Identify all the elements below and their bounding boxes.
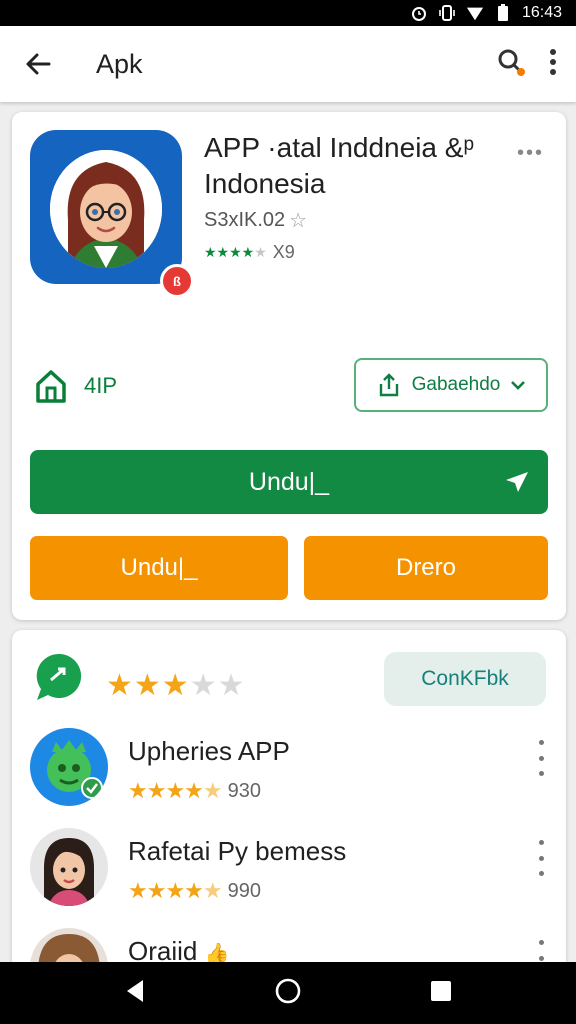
nav-back-icon <box>127 979 144 1002</box>
app-bar: Apk <box>0 26 576 102</box>
download-label: Undu|_ <box>120 554 198 581</box>
clock-time: 16:43 <box>521 4 562 21</box>
list-item-rating: ★★★★★ 990 <box>128 878 261 904</box>
contact-label: ConKFbk <box>421 667 509 690</box>
wifi-icon <box>466 4 484 22</box>
app-detail-card: ß APP ·atal Inddneia &ᵖ Indonesia ••• S3… <box>12 112 566 620</box>
reviews-card: ★★★★★ ConKFbk Upheries APP ★★★★★ 930 Raf… <box>12 630 566 970</box>
list-item-name: Upheries APP <box>128 736 290 766</box>
rating-stars: ★★★★★ <box>128 778 223 803</box>
app-title: APP ·atal Inddneia &ᵖ Indonesia <box>204 132 475 199</box>
nav-home-icon <box>275 978 301 1003</box>
rating-count: 990 <box>227 879 261 902</box>
search-button[interactable] <box>496 47 526 82</box>
system-nav-bar <box>0 962 576 1024</box>
nav-recents-button[interactable] <box>429 979 453 1008</box>
overflow-menu-button[interactable] <box>548 48 558 81</box>
app-icon-badge: ß <box>160 264 194 298</box>
nav-back-button[interactable] <box>123 978 147 1009</box>
open-button[interactable]: Drero <box>304 536 548 600</box>
rating-stars: ★★★★★ <box>204 244 267 260</box>
list-item[interactable]: Rafetai Py bemess ★★★★★ 990 <box>12 828 566 928</box>
app-size: 4IP <box>34 368 117 404</box>
avatar <box>30 828 108 906</box>
app-icon-portrait <box>50 150 162 268</box>
share-icon <box>379 373 398 397</box>
battery-icon <box>494 4 512 22</box>
back-arrow-icon <box>26 53 51 75</box>
download-button[interactable]: Undu|_ <box>30 536 288 600</box>
share-label: Gabaehdo <box>411 374 501 395</box>
status-bar: 16:43 <box>0 0 576 26</box>
rating-count: X9 <box>272 242 295 262</box>
rating-stars: ★★★★★ <box>128 878 223 903</box>
developer-label: S3xIK.02 <box>204 209 286 231</box>
app-rating: ★★★★★ X9 <box>204 242 295 263</box>
list-item-name: Rafetai Py bemess <box>128 836 347 866</box>
list-item-rating: ★★★★★ 930 <box>128 778 261 804</box>
app-icon[interactable]: ß <box>30 130 194 298</box>
open-label: Drero <box>395 554 456 581</box>
rating-count: 930 <box>227 779 261 802</box>
more-vert-icon[interactable] <box>534 740 548 776</box>
nav-recents-icon <box>430 980 451 1001</box>
developer-name[interactable]: S3xIK.02 ☆ <box>204 208 307 233</box>
chevron-down-icon <box>511 381 526 390</box>
chat-bubble-icon[interactable] <box>34 652 84 702</box>
overall-stars: ★★★★★ <box>106 669 246 702</box>
more-vert-icon[interactable] <box>534 840 548 876</box>
contact-button[interactable]: ConKFbk <box>384 652 546 706</box>
star-outline-icon: ☆ <box>289 210 308 232</box>
back-button[interactable] <box>0 26 76 102</box>
list-item[interactable]: Upheries APP ★★★★★ 930 <box>12 728 566 828</box>
size-value: 4IP <box>84 373 118 398</box>
more-vert-icon <box>550 48 556 75</box>
send-icon <box>506 472 528 492</box>
more-horiz-icon[interactable]: ••• <box>517 142 544 165</box>
alarm-icon <box>410 4 428 22</box>
lock-icon <box>36 370 66 403</box>
install-button[interactable]: Undu|_ <box>30 450 548 514</box>
install-label: Undu|_ <box>248 467 330 496</box>
vibrate-icon <box>438 4 456 22</box>
share-button[interactable]: Gabaehdo <box>354 358 548 412</box>
search-icon <box>498 49 525 76</box>
avatar <box>30 728 108 806</box>
page-title: Apk <box>96 48 143 79</box>
nav-home-button[interactable] <box>274 977 302 1010</box>
